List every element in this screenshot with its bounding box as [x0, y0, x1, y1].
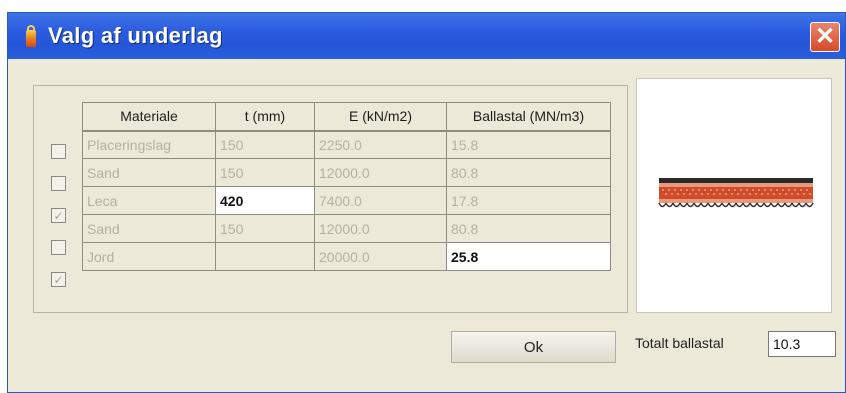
checkmark-icon: ✓	[53, 208, 64, 223]
column-header-thickness: t (mm)	[215, 102, 315, 132]
checkmark-icon: ✓	[53, 272, 64, 287]
cell-thickness: 150	[215, 130, 315, 159]
table-row: Sand 150 12000.0 80.8	[82, 158, 611, 187]
cell-material: Placeringslag	[82, 130, 216, 159]
layers-groupbox: ✓ ✓ Materiale t (mm) E (kN/m2) Ballastal…	[33, 85, 628, 313]
column-header-ballastal: Ballastal (MN/m3)	[446, 102, 611, 132]
cell-thickness	[215, 242, 315, 271]
total-ballastal-field[interactable]	[768, 331, 836, 357]
total-ballastal-label: Totalt ballastal	[635, 335, 724, 351]
close-icon: ✕	[814, 23, 836, 50]
table-row: Sand 150 12000.0 80.8	[82, 214, 611, 243]
cell-ballastal: 15.8	[446, 130, 611, 159]
table-row: Leca 420 7400.0 17.8	[82, 186, 611, 215]
cell-modulus: 20000.0	[314, 242, 447, 271]
window-title: Valg af underlag	[48, 23, 223, 48]
table-row: Placeringslag 150 2250.0 15.8	[82, 130, 611, 159]
column-header-modulus: E (kN/m2)	[314, 102, 447, 132]
layer-checkbox-4[interactable]	[51, 240, 66, 255]
dialog-window: Valg af underlag ✕ ✓ ✓ Materiale t (mm) …	[7, 12, 846, 393]
close-button[interactable]: ✕	[810, 22, 840, 52]
layer-cross-section-graphic	[658, 178, 814, 208]
layer-checkbox-2[interactable]	[51, 176, 66, 191]
cell-thickness: 150	[215, 158, 315, 187]
cell-material: Leca	[82, 186, 216, 215]
title-bar[interactable]: Valg af underlag ✕	[8, 13, 845, 59]
column-header-materiale: Materiale	[82, 102, 216, 132]
cell-thickness: 150	[215, 214, 315, 243]
cell-modulus: 2250.0	[314, 130, 447, 159]
layer-checkbox-5[interactable]: ✓	[51, 272, 66, 287]
cell-modulus: 7400.0	[314, 186, 447, 215]
table-header-row: Materiale t (mm) E (kN/m2) Ballastal (MN…	[82, 102, 611, 132]
cell-modulus: 12000.0	[314, 214, 447, 243]
cell-material: Sand	[82, 158, 216, 187]
cell-ballastal: 17.8	[446, 186, 611, 215]
layer-checkbox-1[interactable]	[51, 144, 66, 159]
ballastal-input[interactable]: 25.8	[446, 242, 611, 271]
cell-ballastal: 80.8	[446, 214, 611, 243]
cell-material: Sand	[82, 214, 216, 243]
table-row: Jord 20000.0 25.8	[82, 242, 611, 271]
app-icon	[24, 25, 38, 47]
cell-material: Jord	[82, 242, 216, 271]
thickness-input[interactable]: 420	[215, 186, 315, 215]
cell-ballastal: 80.8	[446, 158, 611, 187]
cell-modulus: 12000.0	[314, 158, 447, 187]
ok-button[interactable]: Ok	[451, 331, 616, 363]
layers-table: Materiale t (mm) E (kN/m2) Ballastal (MN…	[82, 102, 611, 271]
layer-checkbox-3[interactable]: ✓	[51, 208, 66, 223]
layer-preview-panel	[636, 78, 832, 313]
